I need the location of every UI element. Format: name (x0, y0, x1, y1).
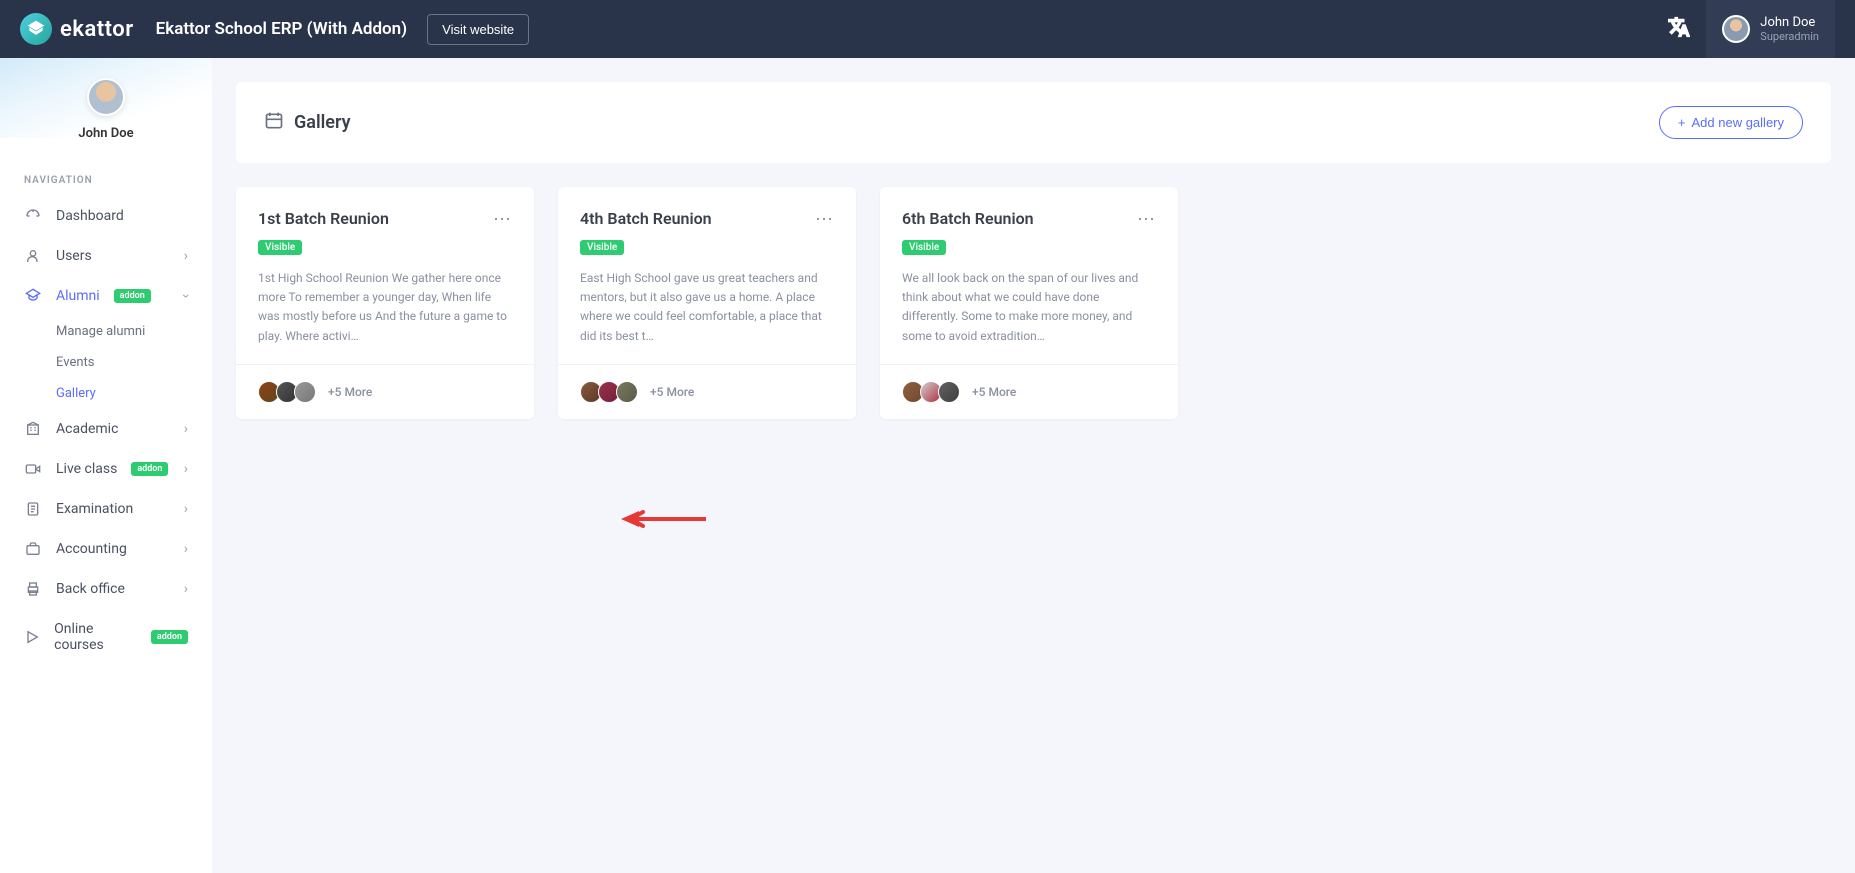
building-icon (24, 421, 42, 437)
page-header: Gallery + Add new gallery (236, 82, 1831, 163)
user-menu[interactable]: John Doe Superadmin (1706, 0, 1835, 58)
page-title: Gallery (294, 112, 351, 133)
avatar (938, 381, 960, 403)
logo-group[interactable]: ekattor (20, 13, 134, 45)
header-user-role: Superadmin (1760, 30, 1819, 43)
chevron-right-icon: › (184, 501, 188, 517)
clipboard-icon (24, 501, 42, 517)
chevron-right-icon: › (184, 461, 188, 477)
gallery-icon (264, 111, 284, 135)
annotation-arrow-icon (621, 509, 706, 529)
chevron-right-icon: › (184, 581, 188, 597)
sidebar-item-live-class[interactable]: Live class addon › (0, 449, 212, 489)
gallery-cards: 1st Batch Reunion ⋯ Visible 1st High Sch… (236, 187, 1831, 419)
addon-badge: addon (151, 630, 188, 644)
card-menu-icon[interactable]: ⋯ (815, 209, 834, 230)
sidebar-user: John Doe (0, 58, 212, 151)
app-title: Ekattor School ERP (With Addon) (156, 19, 407, 39)
chevron-right-icon: › (184, 541, 188, 557)
more-link[interactable]: +5 More (650, 385, 694, 399)
logo-icon (20, 13, 52, 45)
more-link[interactable]: +5 More (972, 385, 1016, 399)
card-title: 1st Batch Reunion (258, 209, 389, 228)
logo-text: ekattor (60, 17, 134, 42)
avatar (294, 381, 316, 403)
addon-badge: addon (131, 462, 168, 476)
sidebar-item-label: Users (56, 248, 92, 264)
sidebar-sub-manage-alumni[interactable]: Manage alumni (0, 316, 212, 347)
avatar (87, 78, 125, 116)
sidebar-user-name: John Doe (0, 126, 212, 141)
gallery-card: 1st Batch Reunion ⋯ Visible 1st High Sch… (236, 187, 534, 419)
avatar (616, 381, 638, 403)
sidebar-item-alumni[interactable]: Alumni addon › (0, 276, 212, 316)
play-icon (24, 629, 40, 645)
language-icon[interactable] (1668, 16, 1690, 42)
card-description: East High School gave us great teachers … (580, 269, 834, 346)
printer-icon (24, 581, 42, 597)
graduation-icon (24, 288, 42, 304)
add-button-label: Add new gallery (1692, 115, 1785, 130)
card-description: 1st High School Reunion We gather here o… (258, 269, 512, 346)
chevron-right-icon: › (184, 421, 188, 437)
video-icon (24, 461, 42, 477)
sidebar-item-academic[interactable]: Academic › (0, 409, 212, 449)
user-icon (24, 248, 42, 264)
card-title: 4th Batch Reunion (580, 209, 712, 228)
chevron-right-icon: › (184, 248, 188, 264)
top-header: ekattor Ekattor School ERP (With Addon) … (0, 0, 1855, 58)
card-description: We all look back on the span of our live… (902, 269, 1156, 346)
sidebar-sub-events[interactable]: Events (0, 347, 212, 378)
add-gallery-button[interactable]: + Add new gallery (1659, 106, 1803, 139)
briefcase-icon (24, 541, 42, 557)
gallery-card: 6th Batch Reunion ⋯ Visible We all look … (880, 187, 1178, 419)
avatar (1722, 15, 1750, 43)
gallery-card: 4th Batch Reunion ⋯ Visible East High Sc… (558, 187, 856, 419)
plus-icon: + (1678, 115, 1686, 130)
avatar-stack (580, 381, 638, 403)
main-content: Gallery + Add new gallery 1st Batch Reun… (212, 58, 1855, 873)
sidebar-item-label: Examination (56, 501, 133, 517)
sidebar-item-dashboard[interactable]: Dashboard (0, 196, 212, 236)
header-user-name: John Doe (1760, 15, 1819, 30)
sidebar-item-label: Online courses (54, 621, 137, 653)
sidebar-item-users[interactable]: Users › (0, 236, 212, 276)
avatar-stack (902, 381, 960, 403)
sidebar-item-label: Alumni (56, 288, 100, 304)
card-menu-icon[interactable]: ⋯ (493, 209, 512, 230)
sidebar-item-label: Accounting (56, 541, 127, 557)
sidebar-item-back-office[interactable]: Back office › (0, 569, 212, 609)
chevron-down-icon: › (178, 294, 194, 298)
status-badge: Visible (902, 240, 946, 255)
sidebar-item-label: Academic (56, 421, 118, 437)
status-badge: Visible (580, 240, 624, 255)
avatar-stack (258, 381, 316, 403)
dashboard-icon (24, 208, 42, 224)
sidebar-sub-gallery[interactable]: Gallery (0, 378, 212, 409)
card-menu-icon[interactable]: ⋯ (1137, 209, 1156, 230)
sidebar-item-online-courses[interactable]: Online courses addon (0, 609, 212, 665)
sidebar-item-label: Back office (56, 581, 125, 597)
sidebar: John Doe NAVIGATION Dashboard Users › Al… (0, 58, 212, 873)
visit-website-button[interactable]: Visit website (427, 14, 529, 45)
nav-section-header: NAVIGATION (0, 151, 212, 196)
card-title: 6th Batch Reunion (902, 209, 1034, 228)
sidebar-item-accounting[interactable]: Accounting › (0, 529, 212, 569)
addon-badge: addon (114, 289, 151, 303)
more-link[interactable]: +5 More (328, 385, 372, 399)
sidebar-item-label: Live class (56, 461, 117, 477)
status-badge: Visible (258, 240, 302, 255)
sidebar-item-label: Dashboard (56, 208, 124, 224)
sidebar-item-examination[interactable]: Examination › (0, 489, 212, 529)
